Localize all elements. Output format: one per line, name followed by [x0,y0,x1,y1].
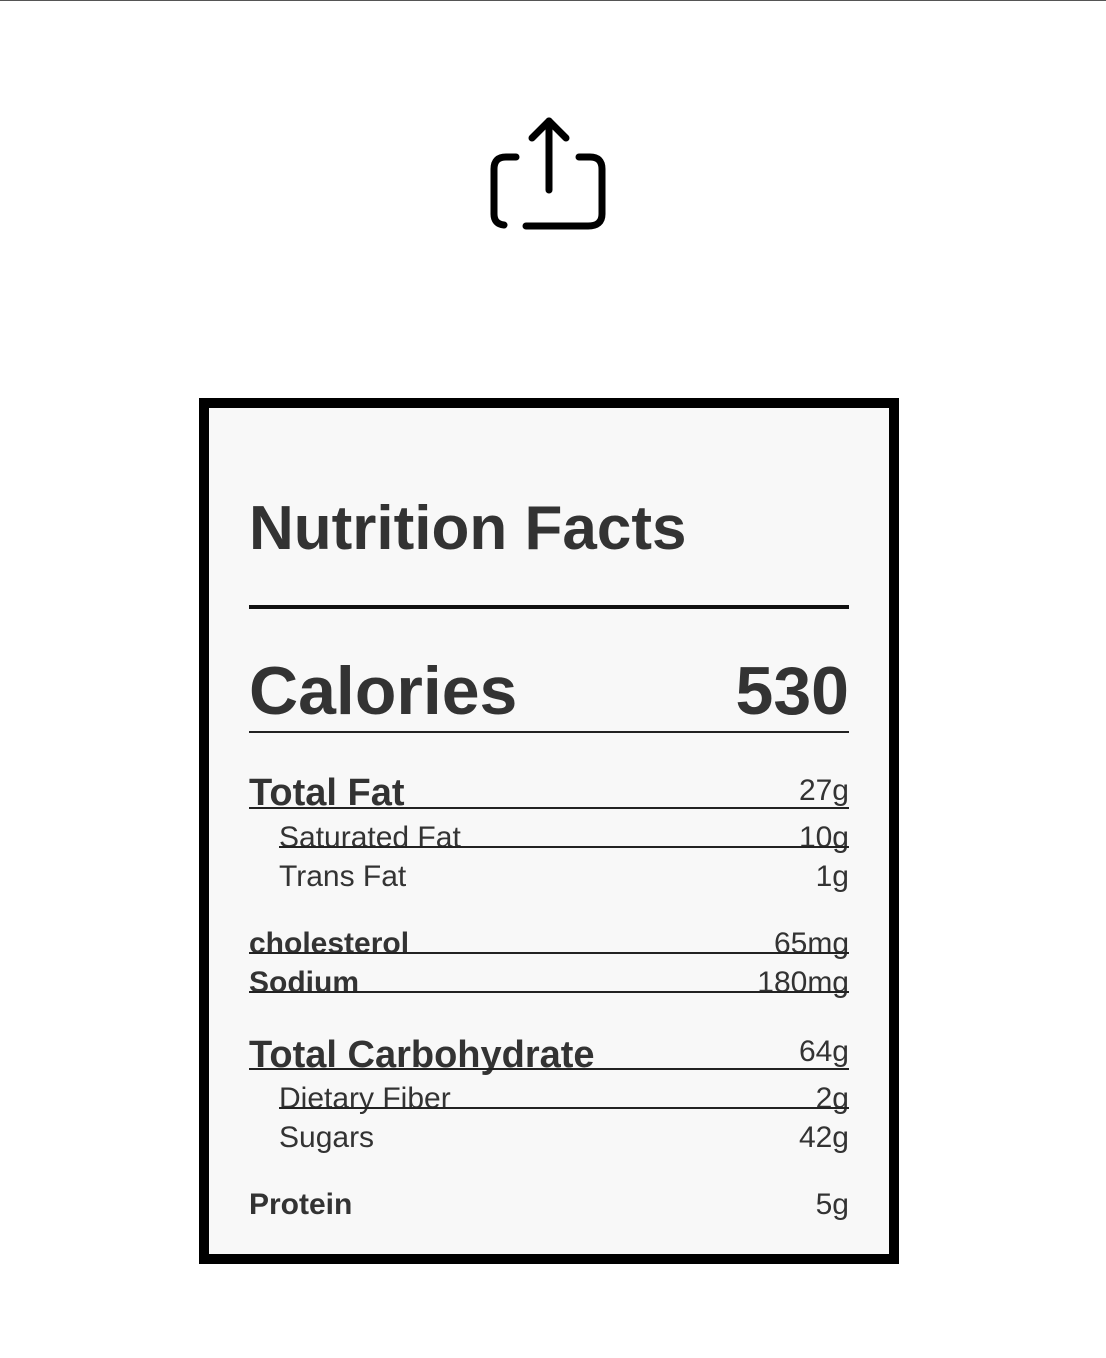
sodium-divider [249,991,849,993]
saturated-fat-value: 10g [798,821,849,854]
top-divider [0,0,1106,1]
calories-value: 530 [735,653,849,729]
sodium-label: Sodium [249,966,359,999]
sugars-value: 42g [798,1121,849,1154]
cholesterol-value: 65mg [773,927,849,960]
sugars-label: Sugars [279,1121,375,1154]
share-icon [486,112,612,236]
saturated-fat-divider [279,846,849,848]
total-carbohydrate-divider [249,1068,849,1070]
share-button[interactable] [486,112,612,236]
cholesterol-divider [249,952,849,954]
protein-label: Protein [249,1188,353,1221]
trans-fat-label: Trans Fat [279,860,407,893]
calories-divider [249,731,849,733]
sodium-value: 180mg [757,966,849,999]
trans-fat-value: 1g [815,860,849,893]
protein-value: 5g [815,1188,849,1221]
total-fat-divider [249,807,849,809]
dietary-fiber-label: Dietary Fiber [279,1082,451,1115]
total-carbohydrate-value: 64g [798,1035,849,1068]
dietary-fiber-divider [279,1107,849,1109]
saturated-fat-label: Saturated Fat [279,821,461,854]
total-fat-value: 27g [798,774,849,807]
nutrition-facts-label: Nutrition Facts Calories 530 Total Fat 2… [199,398,899,1264]
cholesterol-label: cholesterol [249,927,410,960]
calories-label: Calories [249,653,518,729]
nutrition-title: Nutrition Facts [249,494,687,563]
title-divider [249,605,849,609]
dietary-fiber-value: 2g [815,1082,849,1115]
